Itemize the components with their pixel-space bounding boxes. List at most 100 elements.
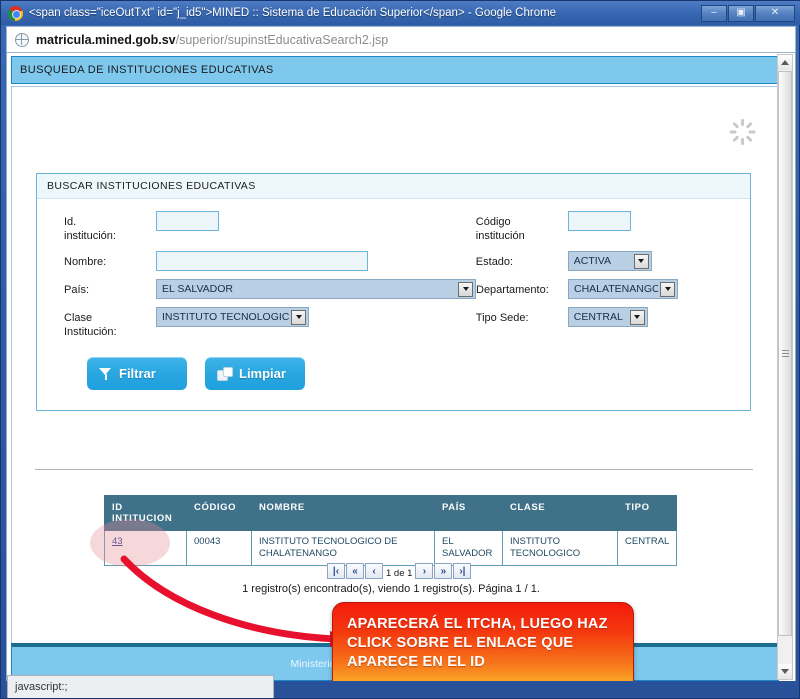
field-pais: País: EL SALVADOR [37, 279, 476, 299]
estado-select-value: ACTIVA [573, 255, 611, 267]
window-controls: – ▣ ✕ [701, 4, 795, 22]
label-id-institucion: Id. institución: [64, 216, 116, 242]
cell-codigo: 00043 [186, 530, 252, 566]
label-departamento: Departamento: [476, 284, 549, 296]
window-title: <span class="iceOutTxt" id="j_id5">MINED… [29, 7, 557, 19]
globe-icon [15, 32, 29, 47]
chevron-down-icon [629, 309, 645, 325]
form-row-3: País: EL SALVADOR Departamento: CHALATEN… [37, 279, 750, 299]
field-clase-institucion: Clase Institución: INSTITUTO TECNOLOGICO [37, 307, 476, 339]
search-panel-header: BUSCAR INSTITUCIONES EDUCATIVAS [37, 174, 750, 199]
tipo-sede-select-value: CENTRAL [573, 311, 623, 323]
cell-clase: INSTITUTO TECNOLOGICO [502, 530, 618, 566]
label-tipo-sede: Tipo Sede: [475, 312, 529, 324]
page-header-band: BUSQUEDA DE INSTITUCIONES EDUCATIVAS [11, 56, 779, 84]
close-button[interactable]: ✕ [755, 4, 795, 22]
field-nombre: Nombre: [37, 251, 476, 271]
chevron-down-icon [660, 281, 675, 297]
label-estado: Estado: [475, 256, 514, 268]
clase-institucion-select[interactable]: INSTITUTO TECNOLOGICO [156, 307, 309, 327]
scrollbar-thumb[interactable] [778, 71, 792, 636]
form-actions: Filtrar Limpiar [37, 347, 750, 390]
filtrar-button-label: Filtrar [119, 366, 156, 381]
scroll-up-arrow-icon[interactable] [778, 55, 792, 70]
field-id-institucion: Id. institución: [37, 211, 476, 243]
column-header-pais[interactable]: PAÍS [434, 495, 503, 531]
limpiar-button[interactable]: Limpiar [205, 357, 305, 390]
clase-institucion-select-value: INSTITUTO TECNOLOGICO [162, 311, 289, 323]
chrome-logo-icon [8, 5, 23, 21]
codigo-institucion-input[interactable] [567, 211, 631, 231]
column-header-clase[interactable]: CLASE [502, 495, 618, 531]
annotation-callout: APARECERÁ EL ITCHA, LUEGO HAZ CLICK SOBR… [332, 602, 634, 681]
tipo-sede-select[interactable]: CENTRAL [567, 307, 648, 327]
browser-window: <span class="iceOutTxt" id="j_id5">MINED… [0, 0, 800, 699]
departamento-select[interactable]: CHALATENANGO [568, 279, 678, 299]
estado-select[interactable]: ACTIVA [567, 251, 652, 271]
scrollbar-grip-icon [781, 349, 789, 358]
column-header-tipo[interactable]: TIPO [616, 495, 678, 531]
vertical-scrollbar[interactable] [777, 54, 793, 680]
funnel-icon [99, 367, 112, 380]
field-codigo-institucion: Código institución [476, 211, 750, 243]
table-row: 43 00043 INSTITUTO TECNOLOGICO DE CHALAT… [104, 530, 678, 566]
limpiar-button-label: Limpiar [239, 366, 286, 381]
status-bar-text: javascript:; [15, 681, 68, 693]
page-viewport: BUSQUEDA DE INSTITUCIONES EDUCATIVAS BUS… [6, 53, 796, 681]
cell-tipo: CENTRAL [616, 530, 678, 566]
results-table-container: ID INTITUCION CÓDIGO NOMBRE PAÍS CLASE T… [90, 495, 678, 567]
pager-next-page-button[interactable]: » [434, 563, 453, 579]
pager-first-button[interactable]: |‹ [327, 563, 345, 579]
results-table: ID INTITUCION CÓDIGO NOMBRE PAÍS CLASE T… [104, 495, 678, 566]
address-bar[interactable]: matricula.mined.gob.sv /superior/supinst… [6, 26, 796, 53]
search-panel-title: BUSCAR INSTITUCIONES EDUCATIVAS [47, 180, 256, 192]
maximize-button[interactable]: ▣ [728, 4, 754, 22]
page-title: BUSQUEDA DE INSTITUCIONES EDUCATIVAS [20, 64, 274, 76]
search-form: Id. institución: Código institución Nomb… [37, 199, 750, 390]
form-row-4: Clase Institución: INSTITUTO TECNOLOGICO… [37, 307, 750, 339]
field-tipo-sede: Tipo Sede: CENTRAL [476, 307, 750, 327]
pager-last-button[interactable]: ›| [453, 563, 472, 579]
chevron-down-icon [291, 309, 306, 325]
institution-id-link[interactable]: 43 [112, 536, 123, 547]
pager-prev-button[interactable]: ‹ [365, 563, 383, 579]
column-header-codigo[interactable]: CÓDIGO [186, 495, 252, 531]
label-codigo-institucion: Código institución [475, 216, 525, 242]
table-header-row: ID INTITUCION CÓDIGO NOMBRE PAÍS CLASE T… [104, 495, 678, 531]
field-departamento: Departamento: CHALATENANGO [476, 279, 750, 299]
form-row-2: Nombre: Estado: ACTIVA [37, 251, 750, 271]
annotation-callout-text: APARECERÁ EL ITCHA, LUEGO HAZ CLICK SOBR… [347, 616, 608, 670]
search-panel: BUSCAR INSTITUCIONES EDUCATIVAS Id. inst… [36, 173, 751, 411]
eraser-icon [217, 367, 233, 381]
field-estado: Estado: ACTIVA [476, 251, 750, 271]
label-clase-institucion: Clase Institución: [64, 312, 117, 338]
pager-next-button[interactable]: › [415, 563, 434, 579]
status-bar: javascript:; [7, 675, 274, 698]
cell-id: 43 [104, 530, 187, 566]
form-row-1: Id. institución: Código institución [37, 211, 750, 243]
label-nombre: Nombre: [64, 256, 107, 268]
pais-select[interactable]: EL SALVADOR [156, 279, 476, 299]
url-path: /superior/supinstEducativaSearch2.jsp [175, 32, 389, 47]
label-pais: País: [64, 284, 90, 296]
departamento-select-value: CHALATENANGO [574, 283, 658, 295]
minimize-button[interactable]: – [701, 4, 727, 22]
url-host: matricula.mined.gob.sv [36, 32, 176, 47]
cell-nombre: INSTITUTO TECNOLOGICO DE CHALATENANGO [251, 530, 435, 566]
id-institucion-input[interactable] [156, 211, 219, 231]
nombre-input[interactable] [156, 251, 368, 271]
chevron-down-icon [633, 253, 649, 269]
cell-pais: EL SALVADOR [434, 530, 503, 566]
section-divider [35, 469, 753, 470]
filtrar-button[interactable]: Filtrar [87, 357, 187, 390]
pagination-controls: |‹ « ‹ 1 de 1 › » ›| [327, 563, 472, 579]
chevron-down-icon [458, 281, 473, 297]
results-count-text: 1 registro(s) encontrado(s), viendo 1 re… [242, 583, 540, 595]
scroll-down-arrow-icon[interactable] [778, 664, 792, 679]
column-header-nombre[interactable]: NOMBRE [251, 495, 435, 531]
pager-position-label: 1 de 1 [386, 568, 413, 579]
pais-select-value: EL SALVADOR [162, 283, 233, 295]
window-titlebar: <span class="iceOutTxt" id="j_id5">MINED… [1, 1, 800, 25]
column-header-id[interactable]: ID INTITUCION [104, 495, 187, 531]
pager-prev-page-button[interactable]: « [346, 563, 364, 579]
